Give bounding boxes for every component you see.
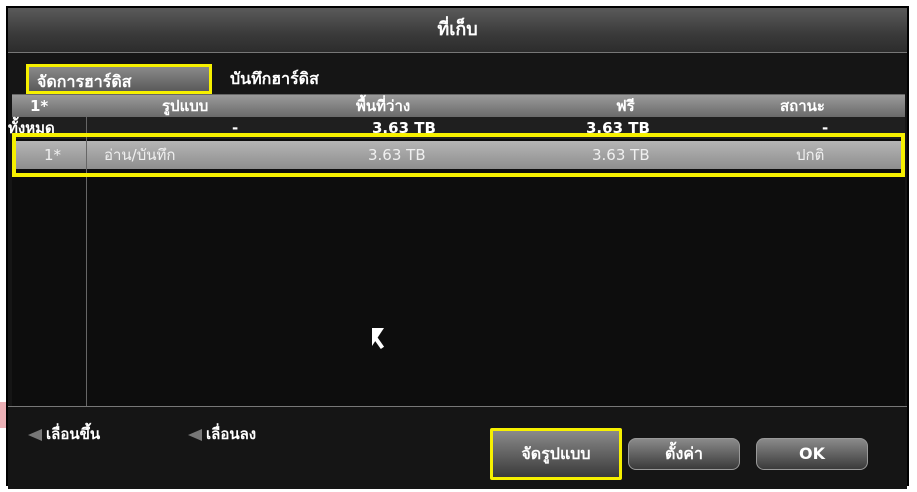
scroll-up-control[interactable]: เลื่อนขึ้น: [28, 424, 100, 444]
tab-hdd-management[interactable]: จัดการฮาร์ดิส: [26, 64, 212, 94]
table-header: 1* รูปแบบ พื้นที่ว่าง ฟรี สถานะ: [12, 95, 905, 117]
scroll-down-control[interactable]: เลื่อนลง: [188, 424, 256, 444]
scroll-up-arrow-icon: [28, 428, 42, 441]
scroll-down-label: เลื่อนลง: [206, 425, 257, 443]
header-free: ฟรี: [616, 97, 635, 115]
storage-dialog: ที่เก็บ จัดการฮาร์ดิส บันทึกฮาร์ดิส 1* ร…: [6, 6, 909, 489]
header-type: รูปแบบ: [162, 97, 209, 115]
format-button[interactable]: จัดรูปแบบ: [490, 428, 622, 480]
selected-row-highlight: [12, 133, 905, 177]
scroll-up-label: เลื่อนขึ้น: [46, 425, 101, 443]
dialog-title: ที่เก็บ: [8, 8, 907, 53]
header-index: 1*: [30, 97, 49, 115]
scroll-down-arrow-icon: [188, 428, 202, 441]
ok-button[interactable]: OK: [756, 438, 868, 470]
tab-hdd-recording[interactable]: บันทึกฮาร์ดิส: [222, 64, 327, 94]
header-status: สถานะ: [780, 97, 825, 115]
settings-button[interactable]: ตั้งค่า: [628, 438, 740, 470]
header-capacity: พื้นที่ว่าง: [356, 97, 411, 115]
